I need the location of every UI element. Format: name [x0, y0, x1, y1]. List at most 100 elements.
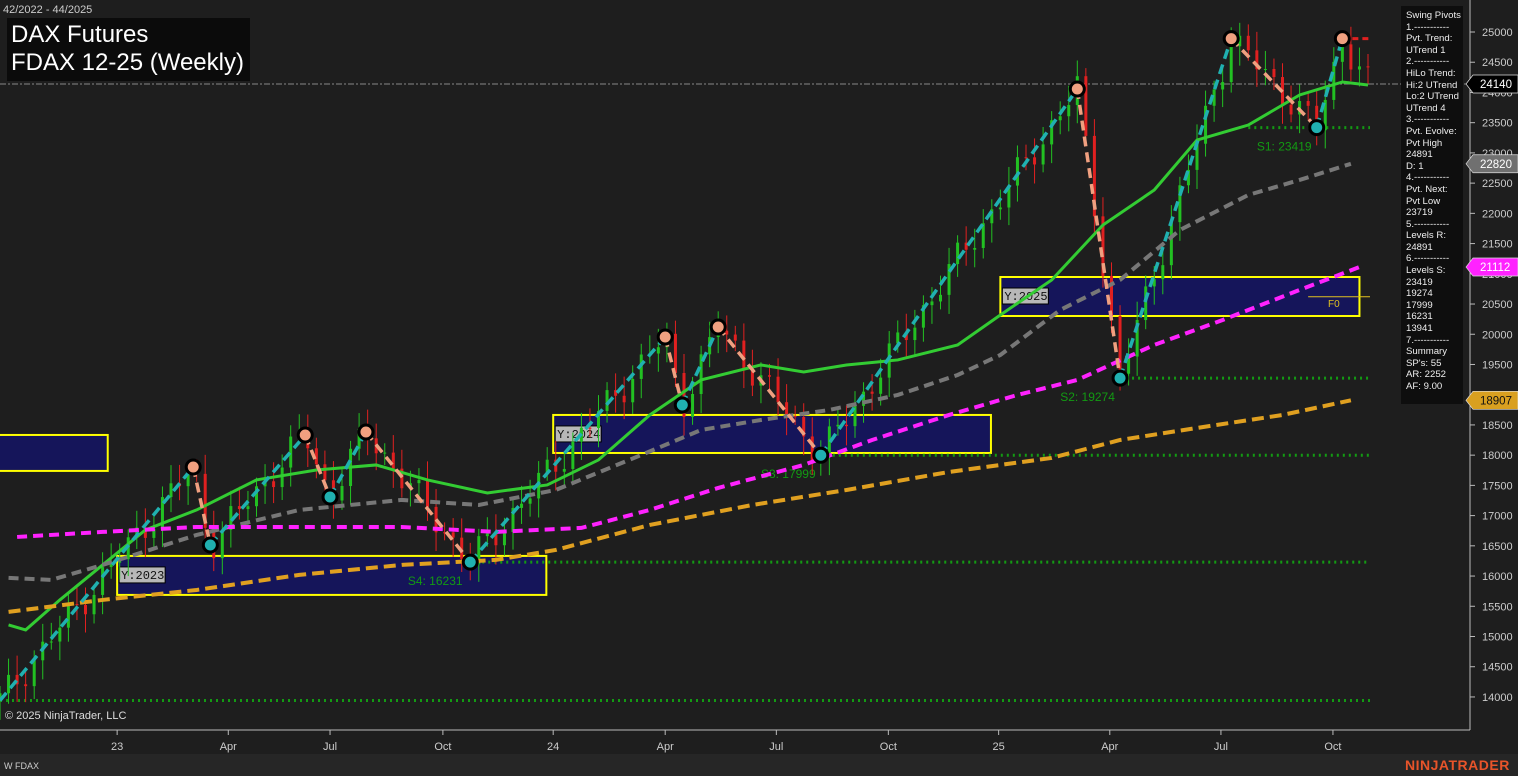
- info-line: Pvt. Next:: [1406, 183, 1448, 195]
- range-box-label: Y:2023: [121, 569, 164, 583]
- y-tick-label: 16500: [1482, 541, 1513, 553]
- price-tag-label: 18907: [1480, 395, 1512, 407]
- candle-body: [1306, 101, 1310, 106]
- pivot-low-marker: [673, 396, 691, 414]
- y-tick-label: 15000: [1482, 632, 1513, 644]
- candle-body: [7, 674, 11, 694]
- pivot-high-marker: [184, 458, 202, 476]
- candle-body: [1041, 144, 1045, 165]
- candle-body: [1033, 157, 1037, 165]
- candle-body: [631, 378, 635, 403]
- y-tick-label: 23500: [1482, 118, 1513, 130]
- info-line: AR: 2252: [1406, 369, 1447, 381]
- candle-body: [1161, 265, 1165, 280]
- candle-body: [84, 604, 87, 615]
- x-tick-label: 25: [993, 741, 1005, 753]
- candle-body: [426, 480, 429, 507]
- pivot-high-marker: [709, 318, 727, 336]
- x-tick-label: Oct: [880, 741, 897, 753]
- info-line: 24891: [1406, 241, 1433, 253]
- price-tag-label: 24140: [1480, 79, 1512, 91]
- price-chart[interactable]: 14000 14500 15000 15500 16000 16500 17000 17500…: [0, 0, 1518, 776]
- status-bar: [0, 754, 1518, 776]
- y-tick-label: 18000: [1482, 450, 1513, 462]
- candle-body: [673, 333, 677, 373]
- candle-body: [930, 301, 934, 306]
- candle-body: [1246, 35, 1250, 51]
- y-tick-label: 21500: [1482, 239, 1513, 251]
- pivot-high-marker: [1222, 30, 1240, 48]
- candle-body: [417, 480, 421, 484]
- info-line: Levels S:: [1406, 265, 1446, 277]
- candle-body: [75, 604, 79, 606]
- info-line: 16231: [1406, 311, 1433, 323]
- x-tick-label: 23: [111, 741, 123, 753]
- info-line: 7.-----------: [1406, 334, 1450, 346]
- candle-body: [485, 533, 489, 537]
- candle-body: [289, 436, 293, 468]
- info-line: 1.-----------: [1406, 21, 1450, 33]
- info-line: 24891: [1406, 149, 1433, 161]
- info-line: HiLo Trend:: [1406, 67, 1456, 79]
- chart-background: [0, 0, 1518, 776]
- info-line: 13941: [1406, 323, 1433, 335]
- candle-body: [1221, 82, 1225, 90]
- candle-body: [588, 427, 592, 429]
- x-tick-label: Apr: [220, 741, 237, 753]
- candle-body: [24, 684, 28, 687]
- info-line: Lo:2 UTrend: [1406, 91, 1459, 103]
- date-range: 42/2022 - 44/2025: [3, 4, 93, 16]
- candle-body: [733, 334, 737, 341]
- candle-body: [870, 391, 874, 394]
- y-tick-label: 14500: [1482, 662, 1513, 674]
- pivot-low-marker: [1308, 119, 1326, 137]
- price-tag-label: 21112: [1480, 262, 1510, 274]
- candle-body: [220, 529, 224, 559]
- x-tick-label: Apr: [1101, 741, 1118, 753]
- pivot-high-marker: [296, 426, 314, 444]
- y-tick-label: 18500: [1482, 420, 1513, 432]
- candle-body: [272, 481, 276, 488]
- candle-body: [793, 416, 797, 418]
- info-line: 5.-----------: [1406, 218, 1450, 230]
- candle-body: [656, 347, 660, 354]
- y-tick-label: 19500: [1482, 359, 1513, 371]
- ninjatrader-logo: NINJATRADER: [1405, 757, 1510, 773]
- candle-body: [1229, 46, 1233, 83]
- y-tick-label: 22500: [1482, 178, 1513, 190]
- candle-body: [32, 660, 36, 687]
- candle-body: [742, 340, 746, 369]
- support-level-label: S2: 19274: [1060, 390, 1115, 404]
- candle-body: [768, 375, 771, 377]
- instrument-label: W FDAX: [4, 761, 39, 771]
- candle-body: [58, 627, 62, 642]
- y-tick-label: 25000: [1482, 27, 1513, 39]
- x-tick-label: Oct: [1324, 741, 1341, 753]
- candle-body: [725, 330, 729, 335]
- candle-body: [973, 247, 977, 250]
- candle-body: [340, 486, 344, 501]
- y-tick-label: 20000: [1482, 329, 1513, 341]
- candle-body: [528, 498, 532, 504]
- info-line: UTrend 4: [1406, 102, 1446, 114]
- candle-body: [1067, 105, 1071, 117]
- info-line: D: 1: [1406, 160, 1424, 172]
- support-level-label: S1: 23419: [1257, 140, 1312, 154]
- candle-body: [998, 207, 1002, 210]
- instrument-name: DAX Futures: [11, 21, 149, 48]
- candle-body: [1357, 66, 1361, 70]
- candle-body: [1349, 44, 1353, 70]
- support-level-label: S4: 16231: [408, 574, 463, 588]
- x-tick-label: Oct: [434, 741, 451, 753]
- y-tick-label: 17500: [1482, 480, 1513, 492]
- candle-body: [622, 395, 626, 403]
- info-line: Swing Pivots: [1406, 10, 1461, 21]
- x-tick-label: Jul: [769, 741, 783, 753]
- candle-body: [956, 242, 960, 265]
- info-line: UTrend 1: [1406, 44, 1446, 56]
- pivot-high-marker: [1333, 30, 1351, 48]
- price-tag-label: 22820: [1480, 159, 1512, 171]
- candle-body: [1169, 222, 1173, 266]
- info-line: 6.-----------: [1406, 253, 1450, 265]
- info-line: Pvt. Trend:: [1406, 33, 1453, 45]
